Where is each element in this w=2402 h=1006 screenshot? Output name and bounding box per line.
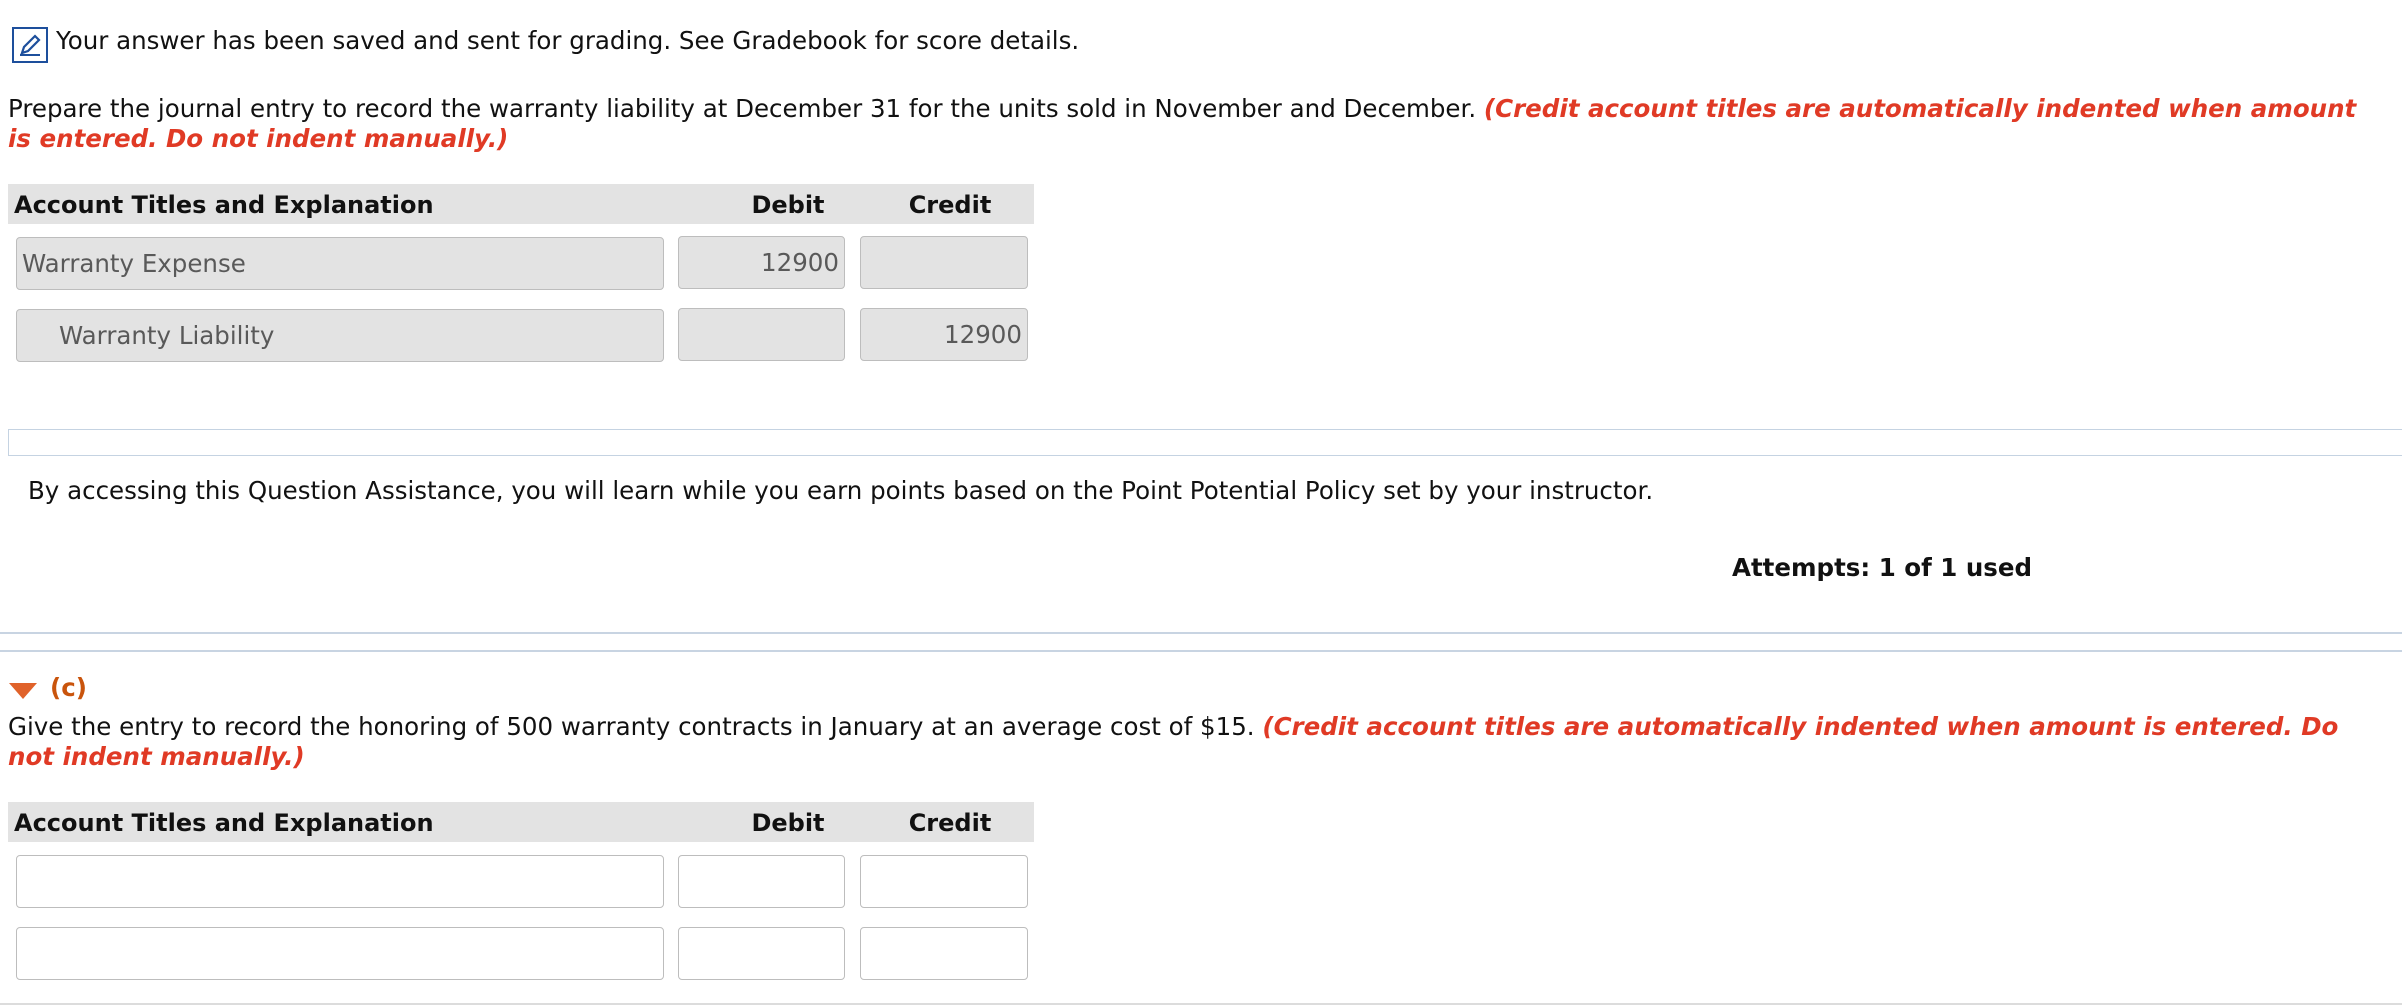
part-c-table-header: Account Titles and Explanation Debit Cre…: [8, 802, 1034, 842]
part-b-row2-credit-field[interactable]: [860, 308, 1028, 361]
credit-header: Credit: [908, 809, 992, 837]
part-c-row2-debit-field[interactable]: [678, 927, 845, 980]
part-c-row1-credit-field[interactable]: [860, 855, 1028, 908]
question-assistance-text: By accessing this Question Assistance, y…: [28, 476, 1654, 505]
part-b-row1-credit-field[interactable]: [860, 236, 1028, 289]
debit-header: Debit: [751, 809, 825, 837]
question-assistance-bar: [8, 429, 2402, 456]
account-titles-header: Account Titles and Explanation: [14, 191, 434, 219]
triangle-down-icon[interactable]: [8, 682, 38, 700]
part-c-label[interactable]: (c): [50, 673, 87, 703]
part-b-table-header: Account Titles and Explanation Debit Cre…: [8, 184, 1034, 224]
bottom-divider: [0, 1003, 2402, 1005]
part-b-row2-debit-field[interactable]: [678, 308, 845, 361]
part-b-row2-account-field[interactable]: [16, 309, 664, 362]
attempts-counter: Attempts: 1 of 1 used: [1732, 553, 2033, 582]
part-b-instructions-text: Prepare the journal entry to record the …: [8, 94, 1477, 123]
part-b-instructions: Prepare the journal entry to record the …: [8, 94, 2378, 154]
pencil-edit-icon: [12, 27, 48, 63]
part-b-row1-debit-field[interactable]: [678, 236, 845, 289]
section-divider: [0, 650, 2402, 652]
part-c-instructions-text: Give the entry to record the honoring of…: [8, 712, 1255, 741]
part-c-row1-account-field[interactable]: [16, 855, 664, 908]
part-c-row2-account-field[interactable]: [16, 927, 664, 980]
part-c-row1-debit-field[interactable]: [678, 855, 845, 908]
credit-header: Credit: [908, 191, 992, 219]
saved-notice-text: Your answer has been saved and sent for …: [56, 26, 1080, 55]
account-titles-header: Account Titles and Explanation: [14, 809, 434, 837]
debit-header: Debit: [751, 191, 825, 219]
part-c-row2-credit-field[interactable]: [860, 927, 1028, 980]
section-divider: [0, 632, 2402, 634]
part-b-row1-account-field[interactable]: [16, 237, 664, 290]
part-c-instructions: Give the entry to record the honoring of…: [8, 712, 2378, 772]
